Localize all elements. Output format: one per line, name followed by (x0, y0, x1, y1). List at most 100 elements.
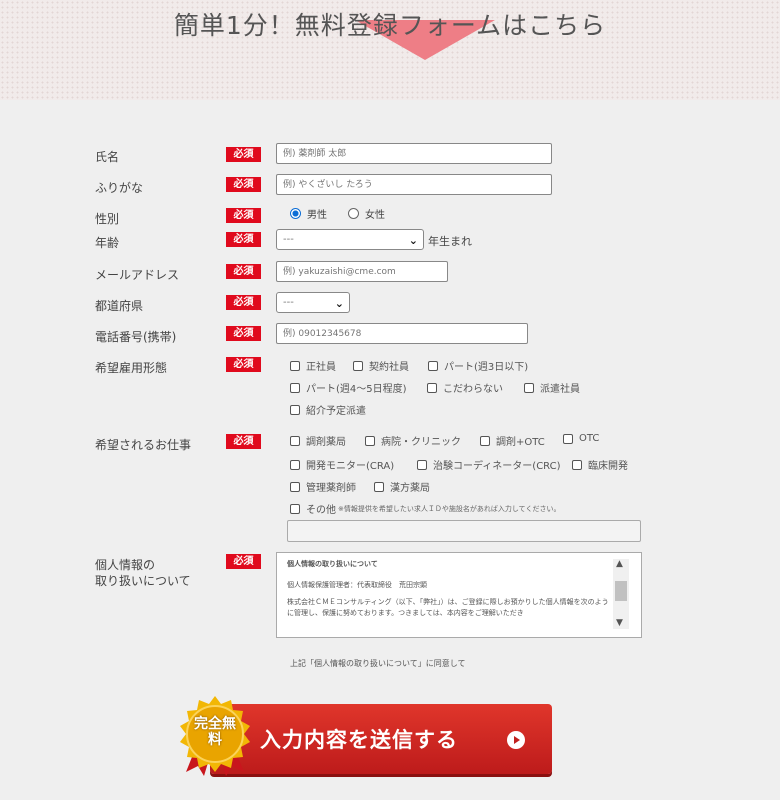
name-input[interactable] (276, 143, 552, 164)
required-badge: 必須 (226, 357, 261, 372)
option-text: パート(週3日以下) (444, 362, 529, 373)
option-text: 紹介予定派遣 (306, 406, 366, 417)
play-icon (507, 731, 525, 749)
option-text: 契約社員 (369, 362, 409, 373)
submit-label: 入力内容を送信する (260, 728, 458, 752)
privacy-label-line2: 取り扱いについて (95, 574, 191, 588)
employment-option[interactable]: パート(週3日以下) (428, 358, 528, 373)
gender-label: 性別 (95, 212, 120, 226)
option-text: 正社員 (306, 362, 336, 373)
checkbox[interactable] (563, 433, 573, 444)
badge-text: 完全無料 (194, 716, 236, 748)
gender-male-option[interactable]: 男性 (290, 206, 327, 221)
checkbox[interactable] (524, 382, 534, 393)
required-badge: 必須 (226, 434, 261, 449)
scroll-up-icon[interactable]: ▲ (616, 559, 623, 570)
job-label: 希望されるお仕事 (95, 438, 192, 452)
furigana-input[interactable] (276, 174, 552, 195)
employment-option[interactable]: こだわらない (427, 380, 503, 395)
checkbox[interactable] (374, 481, 384, 492)
checkbox[interactable] (290, 459, 300, 470)
checkbox[interactable] (290, 481, 300, 492)
privacy-policy-box[interactable]: 個人情報の取り扱いについて 個人情報保護管理者：代表取締役 荒田宗顕 株式会社Ｃ… (276, 552, 642, 638)
furigana-label: ふりがな (95, 181, 144, 195)
email-label: メールアドレス (95, 268, 180, 282)
job-option-other[interactable]: その他 ※情報提供を希望したい求人ＩＤや施設名があれば入力してください。 (290, 501, 560, 516)
prefecture-value: --- (283, 297, 294, 308)
privacy-box-line: 個人情報保護管理者：代表取締役 荒田宗顕 (287, 581, 427, 589)
option-text: 臨床開発 (588, 461, 628, 472)
employment-option[interactable]: 正社員 (290, 358, 336, 373)
checkbox[interactable] (290, 435, 300, 446)
employment-option[interactable]: 契約社員 (353, 358, 409, 373)
employment-label: 希望雇用形態 (95, 361, 168, 375)
option-text: その他 (306, 505, 336, 516)
email-input[interactable] (276, 261, 448, 282)
checkbox[interactable] (417, 459, 427, 470)
other-note: ※情報提供を希望したい求人ＩＤや施設名があれば入力してください。 (338, 504, 561, 513)
name-label: 氏名 (95, 150, 120, 164)
privacy-box-title: 個人情報の取り扱いについて (287, 560, 378, 568)
agree-text: 上記「個人情報の取り扱いについて」に同意して (290, 659, 466, 668)
job-option[interactable]: 漢方薬局 (374, 479, 430, 494)
employment-option[interactable]: パート(週4～5日程度) (290, 380, 407, 395)
gender-female-option[interactable]: 女性 (348, 206, 385, 221)
job-option[interactable]: 治験コーディネーター(CRC) (417, 457, 561, 472)
option-text: 治験コーディネーター(CRC) (433, 461, 561, 472)
required-badge: 必須 (226, 295, 261, 310)
required-badge: 必須 (226, 264, 261, 279)
checkbox[interactable] (353, 360, 363, 371)
page-title: 簡単1分！無料登録フォームはこちら (173, 11, 607, 40)
job-option[interactable]: 開発モニター(CRA) (290, 457, 394, 472)
employment-option[interactable]: 紹介予定派遣 (290, 402, 366, 417)
birth-year-suffix: 年生まれ (428, 235, 472, 248)
checkbox[interactable] (428, 360, 438, 371)
required-badge: 必須 (226, 554, 261, 569)
job-option[interactable]: 臨床開発 (572, 457, 628, 472)
job-option[interactable]: 管理薬剤師 (290, 479, 356, 494)
privacy-box-line: 株式会社ＣＭＥコンサルティング（以下、「弊社」）は、ご登録に際しお預かりした個人… (287, 598, 609, 617)
job-option[interactable]: 病院・クリニック (365, 433, 461, 448)
scroll-down-icon[interactable]: ▼ (616, 618, 623, 629)
checkbox[interactable] (572, 459, 582, 470)
option-text: 開発モニター(CRA) (306, 461, 395, 472)
option-text: 調剤薬局 (306, 437, 346, 448)
checkbox[interactable] (290, 503, 300, 514)
privacy-scrollbar[interactable]: ▲ ▼ (613, 559, 629, 629)
gender-male-text: 男性 (307, 210, 327, 221)
employment-option[interactable]: 派遣社員 (524, 380, 580, 395)
checkbox[interactable] (290, 404, 300, 415)
privacy-label-line1: 個人情報の (95, 558, 156, 572)
phone-input[interactable] (276, 323, 528, 344)
radio-female[interactable] (348, 208, 359, 219)
option-text: パート(週4～5日程度) (306, 384, 407, 395)
checkbox[interactable] (365, 435, 375, 446)
checkbox[interactable] (290, 360, 300, 371)
prefecture-label: 都道府県 (95, 299, 144, 313)
option-text: こだわらない (443, 384, 503, 395)
form-header: 簡単1分！無料登録フォームはこちら (0, 0, 780, 100)
submit-button[interactable]: 入力内容を送信する (210, 704, 552, 774)
prefecture-select[interactable]: --- ⌄ (276, 292, 350, 313)
other-job-input[interactable] (287, 520, 641, 542)
job-option[interactable]: 調剤+OTC (480, 433, 545, 448)
required-badge: 必須 (226, 208, 261, 223)
option-text: 調剤+OTC (496, 437, 545, 448)
job-option[interactable]: 調剤薬局 (290, 433, 346, 448)
job-option[interactable]: OTC (563, 433, 599, 444)
option-text: 漢方薬局 (390, 483, 430, 494)
birth-year-select[interactable]: --- ⌄ (276, 229, 424, 250)
required-badge: 必須 (226, 232, 261, 247)
option-text: 病院・クリニック (381, 437, 461, 448)
radio-male[interactable] (290, 208, 301, 219)
free-badge: 完全無料 (174, 694, 256, 776)
scroll-thumb[interactable] (615, 581, 627, 601)
option-text: 派遣社員 (540, 384, 580, 395)
chevron-down-icon: ⌄ (408, 234, 418, 247)
required-badge: 必須 (226, 326, 261, 341)
checkbox[interactable] (480, 435, 490, 446)
required-badge: 必須 (226, 147, 261, 162)
option-text: 管理薬剤師 (306, 483, 356, 494)
checkbox[interactable] (427, 382, 437, 393)
checkbox[interactable] (290, 382, 300, 393)
